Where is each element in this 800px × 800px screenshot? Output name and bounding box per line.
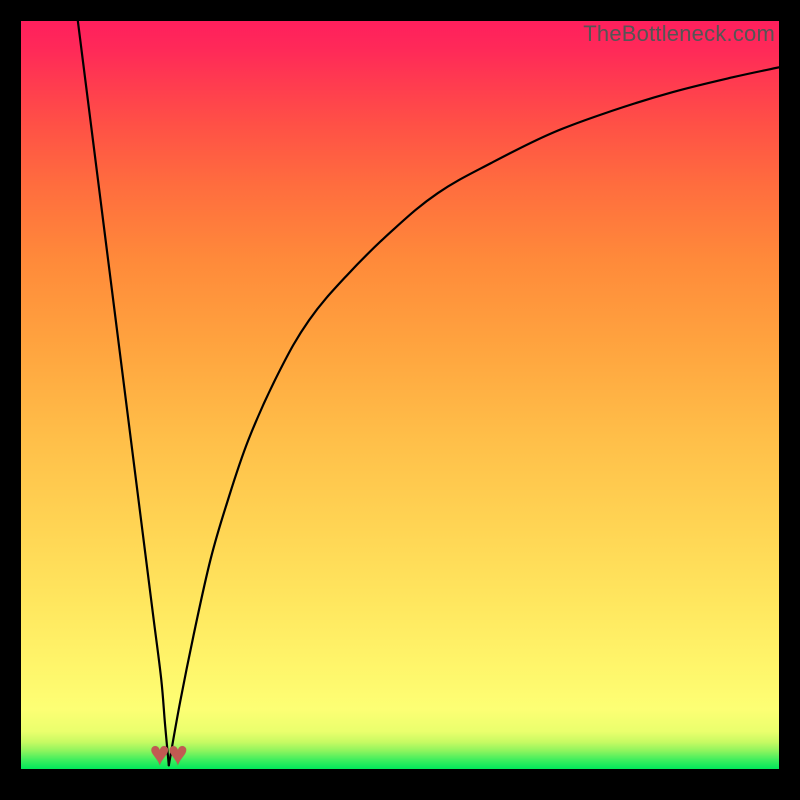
plot-area: TheBottleneck.com ♥♥ [21,21,779,769]
heart-icon: ♥ [150,737,170,771]
curve-right-branch [169,67,779,765]
bottleneck-curve [21,21,779,769]
curve-left-branch [78,21,169,765]
chart-frame: TheBottleneck.com ♥♥ [21,21,779,779]
heart-icon: ♥ [168,737,188,771]
hearts-layer: ♥♥ [21,21,779,769]
watermark-text: TheBottleneck.com [583,21,775,47]
